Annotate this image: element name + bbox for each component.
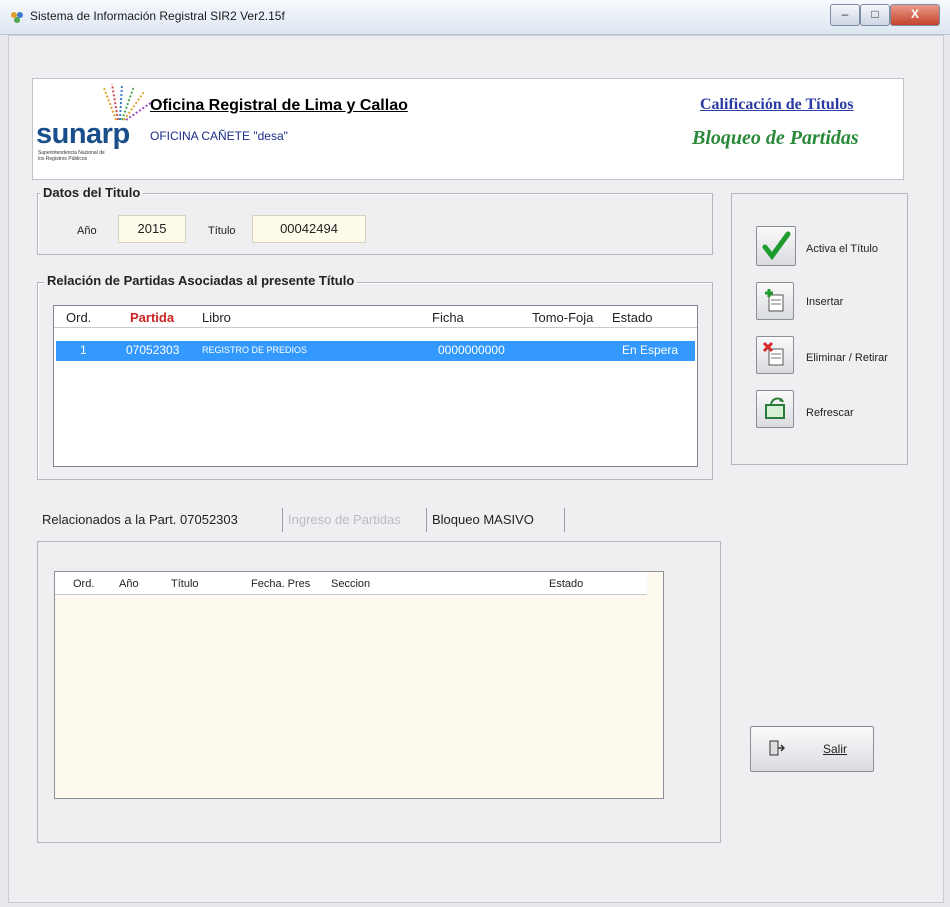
cell-ficha: 0000000000 (438, 343, 505, 357)
partidas-listview-header: Ord. Partida Libro Ficha Tomo-Foja Estad… (54, 306, 697, 328)
checkmark-icon (762, 231, 791, 261)
app-icon (11, 12, 23, 23)
window-controls: – □ X (830, 4, 944, 26)
sunarp-logo-rays-icon (103, 83, 153, 121)
refresh-button[interactable] (756, 390, 794, 428)
col-fecha-pres[interactable]: Fecha. Pres (251, 578, 310, 590)
col-anio[interactable]: Año (119, 578, 139, 590)
col-ord[interactable]: Ord. (73, 578, 94, 590)
table-row[interactable]: 1 07052303 REGISTRO DE PREDIOS 000000000… (56, 341, 695, 361)
tab-divider (564, 508, 565, 532)
sunarp-logo-text: sunarp (36, 118, 130, 150)
titulo-number-field[interactable]: 00042494 (252, 215, 366, 243)
col-estado[interactable]: Estado (612, 310, 652, 325)
partidas-listview[interactable]: Ord. Partida Libro Ficha Tomo-Foja Estad… (53, 305, 698, 467)
delete-label: Eliminar / Retirar (806, 352, 888, 364)
activate-titulo-button[interactable] (756, 226, 796, 266)
refresh-icon (765, 397, 785, 419)
minimize-button[interactable]: – (830, 4, 860, 26)
cell-partida: 07052303 (126, 343, 180, 357)
related-listview[interactable]: Ord. Año Título Fecha. Pres Seccion Esta… (54, 571, 664, 799)
col-titulo[interactable]: Título (171, 578, 199, 590)
window-titlebar: Sistema de Información Registral SIR2 Ve… (0, 0, 950, 35)
maximize-button[interactable]: □ (860, 4, 890, 26)
exit-label: Salir (823, 742, 848, 756)
close-button[interactable]: X (890, 4, 940, 26)
office-name: Oficina Registral de Lima y Callao (150, 97, 408, 114)
tab-relacionados[interactable]: Relacionados a la Part. 07052303 (38, 508, 242, 532)
titulo-label: Título (208, 225, 236, 237)
module-title-link[interactable]: Calificación de Títulos (700, 96, 854, 114)
partidas-group-title: Relación de Partidas Asociadas al presen… (44, 273, 358, 288)
tab-bloqueo-masivo[interactable]: Bloqueo MASIVO (428, 508, 538, 532)
cell-libro: REGISTRO DE PREDIOS (202, 345, 308, 355)
tab-ingreso-partidas[interactable]: Ingreso de Partidas (284, 508, 405, 532)
col-partida[interactable]: Partida (130, 310, 174, 325)
year-label: Año (77, 225, 97, 237)
tab-divider (282, 508, 283, 532)
exit-door-icon (769, 740, 785, 756)
activate-titulo-label: Activa el Título (806, 243, 878, 255)
col-seccion[interactable]: Seccion (331, 578, 370, 590)
col-tomo-foja[interactable]: Tomo-Foja (532, 310, 593, 325)
office-subtitle: OFICINA CAÑETE "desa" (150, 129, 288, 143)
window-title: Sistema de Información Registral SIR2 Ve… (30, 9, 285, 23)
insert-record-icon (765, 289, 784, 312)
col-ficha[interactable]: Ficha (432, 310, 464, 325)
cell-estado: En Espera (622, 343, 679, 357)
tab-divider (426, 508, 427, 532)
insert-button[interactable] (756, 282, 794, 320)
refresh-label: Refrescar (806, 407, 854, 419)
col-ord[interactable]: Ord. (66, 310, 91, 325)
sunarp-logo-subtitle: Superintendencia Nacional de los Registr… (38, 150, 105, 162)
screen-title: Bloqueo de Partidas (692, 127, 859, 149)
exit-button[interactable]: Salir (750, 726, 874, 772)
delete-record-icon (762, 341, 784, 366)
cell-ord: 1 (80, 343, 87, 357)
col-estado[interactable]: Estado (549, 578, 583, 590)
col-libro[interactable]: Libro (202, 310, 231, 325)
delete-button[interactable] (756, 336, 794, 374)
insert-label: Insertar (806, 296, 844, 308)
titulo-group-title: Datos del Titulo (40, 185, 144, 200)
year-field[interactable]: 2015 (118, 215, 186, 243)
related-listview-header: Ord. Año Título Fecha. Pres Seccion Esta… (55, 572, 647, 595)
